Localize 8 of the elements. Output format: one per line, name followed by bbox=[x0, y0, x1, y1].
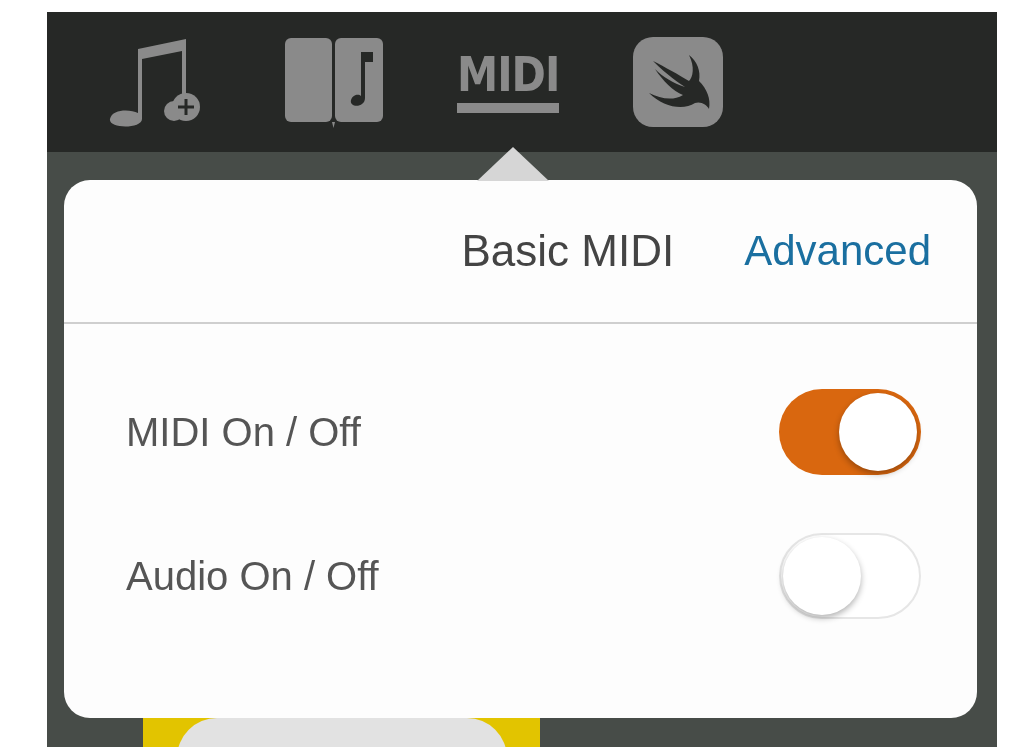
advanced-link[interactable]: Advanced bbox=[744, 227, 931, 275]
bird-app-icon[interactable] bbox=[633, 37, 724, 127]
setting-label: MIDI On / Off bbox=[126, 409, 361, 455]
music-note-plus-icon[interactable] bbox=[108, 37, 202, 127]
music-book-icon[interactable] bbox=[285, 36, 383, 128]
popover-title: Basic MIDI bbox=[461, 226, 675, 276]
midi-logo[interactable]: MIDI bbox=[457, 51, 560, 113]
setting-label: Audio On / Off bbox=[126, 553, 379, 599]
